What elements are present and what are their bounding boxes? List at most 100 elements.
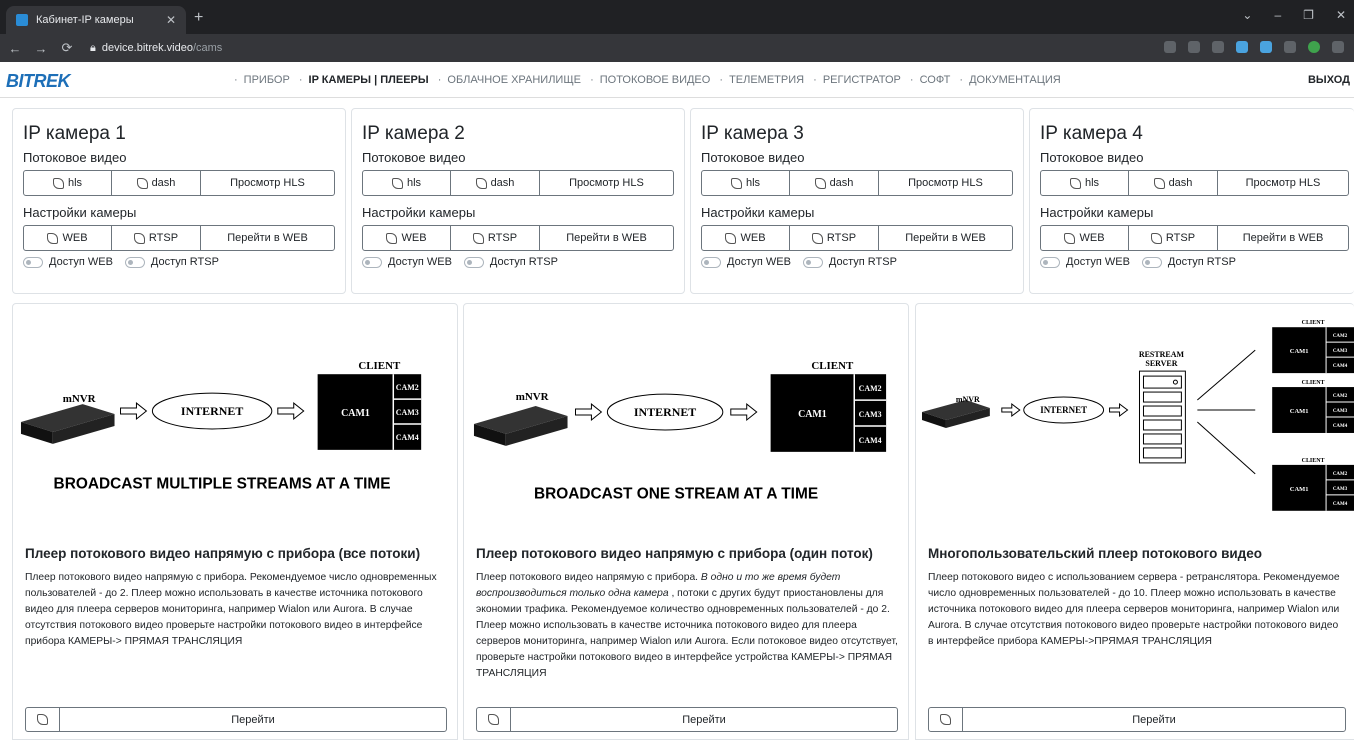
- player-title: Плеер потокового видео напрямую с прибор…: [476, 546, 873, 561]
- player-title: Плеер потокового видео напрямую с прибор…: [25, 546, 421, 561]
- tab-search-icon[interactable]: ⌄: [1242, 8, 1252, 22]
- restore-icon[interactable]: ❐: [1303, 8, 1314, 22]
- camera-card: IP камера 4 Потоковое видео hls dash Про…: [1029, 108, 1354, 294]
- hls-button[interactable]: hls: [1041, 171, 1129, 195]
- access-web-toggle[interactable]: [1040, 256, 1060, 268]
- menu-item-software[interactable]: СОФТ: [920, 74, 951, 86]
- forward-icon[interactable]: →: [30, 41, 52, 56]
- go-web-button[interactable]: Перейти в WEB: [201, 226, 334, 250]
- web-button[interactable]: WEB: [24, 226, 112, 250]
- access-toggles: Доступ WEB Доступ RTSP: [362, 256, 674, 268]
- access-rtsp-label: Доступ RTSP: [150, 256, 219, 268]
- access-rtsp-toggle[interactable]: [1141, 256, 1162, 268]
- copy-icon: [386, 232, 398, 244]
- hls-button[interactable]: hls: [24, 171, 112, 195]
- menu-item-streaming-video[interactable]: ПОТОКОВОЕ ВИДЕО: [600, 74, 711, 86]
- access-rtsp-toggle[interactable]: [463, 256, 484, 268]
- rtsp-button[interactable]: RTSP: [451, 226, 540, 250]
- cam3-label: CAM3: [396, 408, 419, 417]
- bookmark-star-icon[interactable]: [1212, 41, 1224, 53]
- browser-tab[interactable]: Кабинет-IP камеры ✕: [6, 6, 186, 34]
- cam3-label: CAM3: [1333, 349, 1348, 354]
- menu-item-device[interactable]: ПРИБОР: [244, 74, 290, 86]
- cam1-label: CAM1: [798, 409, 827, 420]
- dash-button[interactable]: dash: [1129, 171, 1218, 195]
- menu-kebab-icon[interactable]: [1332, 41, 1344, 53]
- menu-item-ip-cameras[interactable]: IP КАМЕРЫ | ПЛЕЕРЫ: [309, 74, 429, 86]
- access-web-toggle[interactable]: [701, 256, 721, 268]
- mnvr-label: mNVR: [516, 391, 549, 403]
- stream-heading: Потоковое видео: [701, 150, 805, 165]
- puzzle-icon[interactable]: [1284, 41, 1296, 53]
- go-button[interactable]: Перейти: [476, 707, 898, 732]
- cam2-label: CAM2: [859, 384, 882, 393]
- server-rack-icon: [1138, 370, 1186, 464]
- cam4-label: CAM4: [1333, 364, 1348, 369]
- view-hls-button[interactable]: Просмотр HLS: [1218, 171, 1348, 195]
- close-window-icon[interactable]: ✕: [1336, 8, 1346, 22]
- settings-heading: Настройки камеры: [1040, 205, 1154, 220]
- camera-title: IP камера 2: [362, 123, 465, 144]
- rtsp-button[interactable]: RTSP: [790, 226, 879, 250]
- dash-button[interactable]: dash: [790, 171, 879, 195]
- go-web-button[interactable]: Перейти в WEB: [879, 226, 1012, 250]
- dash-button[interactable]: dash: [112, 171, 201, 195]
- go-button[interactable]: Перейти: [25, 707, 447, 732]
- tab-close-icon[interactable]: ✕: [166, 13, 176, 27]
- hls-button[interactable]: hls: [363, 171, 451, 195]
- go-button-label: Перейти: [1132, 713, 1176, 726]
- cam2-label: CAM2: [396, 383, 419, 392]
- url-path: /cams: [192, 42, 223, 54]
- cam3-label: CAM3: [1333, 487, 1348, 492]
- desc-part: , потоки с других будут приостановлены д…: [476, 588, 898, 679]
- view-hls-button[interactable]: Просмотр HLS: [201, 171, 334, 195]
- extension-icon[interactable]: [1236, 41, 1248, 53]
- rtsp-button[interactable]: RTSP: [112, 226, 201, 250]
- translate-icon[interactable]: [1164, 41, 1176, 53]
- new-tab-icon[interactable]: +: [194, 9, 203, 27]
- go-web-button[interactable]: Перейти в WEB: [540, 226, 673, 250]
- go-button[interactable]: Перейти: [928, 707, 1346, 732]
- web-label: WEB: [740, 232, 766, 244]
- access-web-toggle[interactable]: [23, 256, 43, 268]
- copy-icon: [725, 232, 737, 244]
- bitrek-logo[interactable]: BITREK: [6, 71, 71, 92]
- web-label: WEB: [62, 232, 88, 244]
- web-label: WEB: [1079, 232, 1105, 244]
- web-button[interactable]: WEB: [702, 226, 790, 250]
- access-toggles: Доступ WEB Доступ RTSP: [701, 256, 1013, 268]
- logout-link[interactable]: ВЫХОД: [1308, 74, 1350, 86]
- access-web-toggle[interactable]: [362, 256, 382, 268]
- restream-label: RESTREAM: [1139, 350, 1185, 359]
- menu-item-telemetry[interactable]: ТЕЛЕМЕТРИЯ: [729, 74, 804, 86]
- extension-icon[interactable]: [1260, 41, 1272, 53]
- go-web-button[interactable]: Перейти в WEB: [1218, 226, 1348, 250]
- web-button[interactable]: WEB: [363, 226, 451, 250]
- back-icon[interactable]: ←: [4, 41, 26, 56]
- player-description: Плеер потокового видео напрямую с прибор…: [25, 572, 437, 647]
- access-rtsp-toggle[interactable]: [124, 256, 145, 268]
- menu-item-documentation[interactable]: ДОКУМЕНТАЦИЯ: [969, 74, 1061, 86]
- hls-button[interactable]: hls: [702, 171, 790, 195]
- camera-card: IP камера 2 Потоковое видео hls dash Про…: [351, 108, 685, 294]
- player-card: mNVR INTERNET CLIENT CAM1 CAM2 CAM3 CAM4…: [12, 303, 458, 740]
- address-input[interactable]: 🔒︎ device.bitrek.video/cams: [90, 42, 222, 55]
- restream-diagram: mNVR INTERNET RESTREAM SERVER CLIENT CAM…: [921, 320, 1354, 511]
- copy-icon: [1064, 232, 1076, 244]
- view-hls-button[interactable]: Просмотр HLS: [879, 171, 1012, 195]
- web-button[interactable]: WEB: [1041, 226, 1129, 250]
- reload-icon[interactable]: ⟳: [56, 40, 78, 56]
- share-icon[interactable]: [1188, 41, 1200, 53]
- rtsp-button[interactable]: RTSP: [1129, 226, 1218, 250]
- minimize-icon[interactable]: –: [1274, 8, 1281, 22]
- menu-item-recorder[interactable]: РЕГИСТРАТОР: [823, 74, 901, 86]
- go-button-label: Перейти: [682, 713, 726, 726]
- broadcast-multiple-diagram: mNVR INTERNET CLIENT CAM1 CAM2 CAM3 CAM4…: [20, 360, 422, 493]
- profile-avatar[interactable]: [1308, 41, 1320, 53]
- access-rtsp-toggle[interactable]: [802, 256, 823, 268]
- dash-button[interactable]: dash: [451, 171, 540, 195]
- view-hls-button[interactable]: Просмотр HLS: [540, 171, 673, 195]
- copy-icon: [940, 714, 951, 725]
- address-bar-row: ← → ⟳ 🔒︎ device.bitrek.video/cams: [0, 34, 1354, 62]
- menu-item-cloud-storage[interactable]: ОБЛАЧНОЕ ХРАНИЛИЩЕ: [447, 74, 581, 86]
